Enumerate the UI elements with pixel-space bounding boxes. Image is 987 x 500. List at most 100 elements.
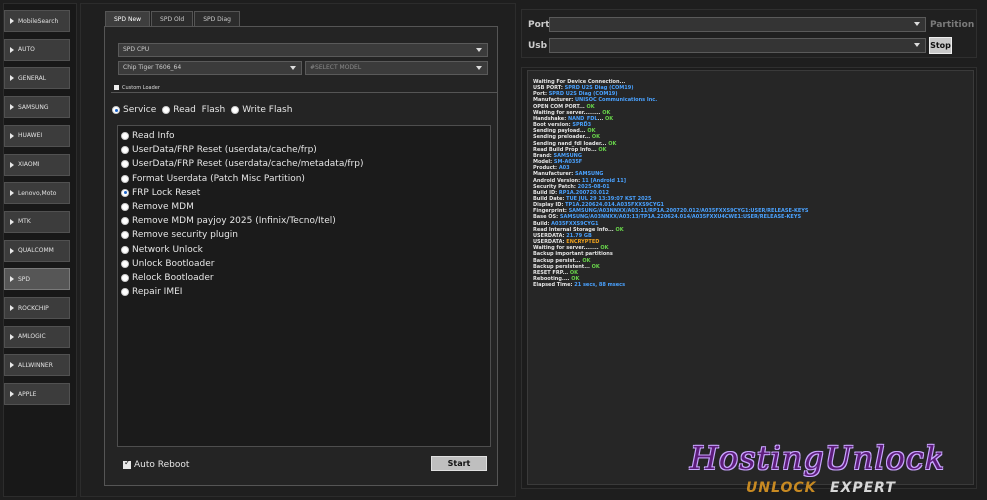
operation-item[interactable]: Remove MDM payjoy 2025 (Infinix/Tecno/It… <box>121 216 336 226</box>
operation-label: Network Unlock <box>132 244 203 255</box>
chevron-down-icon <box>476 66 482 70</box>
log-t: Backup important partitions <box>533 251 613 258</box>
radio-service[interactable] <box>112 106 120 114</box>
tab-spd-diag[interactable]: SPD Diag <box>194 11 240 27</box>
radio-read-flash[interactable] <box>162 106 171 114</box>
log-v: A03 <box>558 165 570 172</box>
chip-select[interactable]: Chip Tiger T606_64 <box>118 61 302 75</box>
operation-item[interactable]: FRP Lock Reset <box>121 188 200 198</box>
operation-label: Remove security plugin <box>132 230 239 241</box>
model-select[interactable]: #SELECT MODEL <box>305 61 488 75</box>
usb-select[interactable] <box>549 38 926 53</box>
operation-item[interactable]: Remove security plugin <box>121 230 238 240</box>
sidebar-item-label: GENERAL <box>18 74 47 82</box>
radio-icon <box>121 274 129 282</box>
log-t: USB PORT: <box>533 85 565 92</box>
log-t: Model: <box>533 159 554 166</box>
operation-label: Read Info <box>132 131 175 141</box>
operation-label: Remove MDM <box>132 202 194 212</box>
log-v: SAMSUNG/A03NNXX/A03:13/TP1A.220624.014/A… <box>559 214 802 221</box>
play-arrow-icon <box>10 247 14 254</box>
sidebar-item-allwinner[interactable]: ALLWINNER <box>4 354 70 377</box>
operation-label: Remove MDM payjoy 2025 (Infinix/Tecno/It… <box>132 216 336 227</box>
log-t: Display ID: <box>533 202 566 209</box>
partition-label: Partition <box>930 20 975 30</box>
log-t: Sending preloader... <box>533 134 592 141</box>
stop-button[interactable]: Stop <box>929 37 952 54</box>
log-v: 11 [Android 11] <box>581 177 626 184</box>
sidebar-item-label: AUTO <box>18 46 35 54</box>
sidebar-item-lenovo-moto[interactable]: Lenovo,Moto <box>4 182 70 205</box>
sidebar-item-xiaomi[interactable]: XIAOMI <box>4 153 70 176</box>
chip-select-value: Chip Tiger T606_64 <box>123 64 182 71</box>
custom-loader-label: Custom Loader <box>122 85 160 91</box>
radio-write-flash[interactable] <box>231 106 240 114</box>
log-v: SAMSUNG/A03NNXX/A03:11/RP1A.200720.012/A… <box>568 208 809 215</box>
port-label: Port <box>528 20 550 30</box>
operation-item[interactable]: Repair IMEI <box>121 287 182 297</box>
sidebar-item-samsung[interactable]: SAMSUNG <box>4 96 70 119</box>
sidebar-item-mtk[interactable]: MTK <box>4 210 70 233</box>
log-t2: ... <box>597 115 606 122</box>
log-v: SM-A035F <box>553 159 583 166</box>
sidebar-item-general[interactable]: GENERAL <box>4 67 70 90</box>
log-t: Brand: <box>533 152 554 159</box>
log-t: Waiting For Device Connection... <box>533 79 626 85</box>
sidebar-item-spd[interactable]: SPD <box>4 268 70 291</box>
sidebar-item-label: APPLE <box>18 390 37 398</box>
operation-label: Format Userdata (Patch Misc Partition) <box>132 173 305 184</box>
play-arrow-icon <box>10 218 14 225</box>
operation-item[interactable]: UserData/FRP Reset (userdata/cache/metad… <box>121 159 363 169</box>
watermark-subtitle-1: UNLOCK <box>746 480 817 496</box>
sidebar-item-auto[interactable]: AUTO <box>4 38 70 61</box>
log-ok: OK <box>591 263 600 270</box>
custom-loader-checkbox[interactable]: Custom Loader <box>112 85 162 91</box>
radio-icon <box>121 245 129 254</box>
log-t2: ... <box>584 263 592 270</box>
log-t: Product: <box>533 165 559 172</box>
play-arrow-icon <box>10 132 14 139</box>
chevron-down-icon <box>914 43 920 47</box>
log-output: Waiting For Device Connection... USB PORT… <box>527 70 974 485</box>
port-select[interactable] <box>549 17 926 32</box>
radio-icon <box>121 146 129 155</box>
operation-item[interactable]: Read Info <box>121 131 175 141</box>
log-v: UNISOC Communications Inc. <box>575 97 658 104</box>
sidebar-item-label: MobileSearch <box>18 17 59 25</box>
sidebar-item-qualcomm[interactable]: QUALCOMM <box>4 239 70 262</box>
operation-item[interactable]: UserData/FRP Reset (userdata/cache/frp) <box>121 145 317 155</box>
operation-item[interactable]: Format Userdata (Patch Misc Partition) <box>121 174 305 184</box>
operation-item[interactable]: Relock Bootloader <box>121 273 214 283</box>
sidebar-item-mobilesearch[interactable]: MobileSearch <box>4 10 70 32</box>
mode-radio-group: Service Read Flash Write Flash <box>112 105 292 115</box>
usb-label: Usb <box>528 41 548 51</box>
sidebar-item-rockchip[interactable]: ROCKCHIP <box>4 297 70 319</box>
sidebar-item-apple[interactable]: APPLE <box>4 383 70 406</box>
operation-item[interactable]: Network Unlock <box>121 245 203 255</box>
start-button[interactable]: Start <box>431 456 487 471</box>
cpu-select[interactable]: SPD CPU <box>118 43 488 57</box>
tab-spd-old[interactable]: SPD Old <box>151 11 194 27</box>
radio-icon <box>121 217 129 226</box>
log-line: Elapsed Time: 21 secs, 88 msecs <box>533 282 973 288</box>
play-arrow-icon <box>10 46 14 53</box>
log-t: USERDATA: <box>533 239 567 246</box>
operation-label: Unlock Bootloader <box>132 258 215 269</box>
tab-spd-new[interactable]: SPD New <box>105 11 151 27</box>
sidebar-item-label: MTK <box>18 218 31 226</box>
sidebar-item-amlogic[interactable]: AMLOGIC <box>4 325 70 348</box>
auto-reboot-checkbox[interactable]: ✓ Auto Reboot <box>123 458 189 470</box>
log-t: Sending payload... <box>533 128 588 135</box>
operation-item[interactable]: Unlock Bootloader <box>121 259 215 269</box>
log-v: TUE JUL 29 13:39:07 KST 2025 <box>566 195 652 202</box>
sidebar-item-label: SAMSUNG <box>18 103 49 111</box>
log-t: Handshake: <box>533 115 568 122</box>
log-v: SAMSUNG <box>575 171 604 178</box>
radio-icon <box>121 188 129 197</box>
custom-loader-group <box>111 92 497 100</box>
log-t: RESET FRP... <box>533 269 570 276</box>
sidebar-item-label: HUAWEI <box>18 132 43 140</box>
operation-item[interactable]: Remove MDM <box>121 202 194 212</box>
log-t: Read Build Prop Info... <box>533 146 599 153</box>
sidebar-item-huawei[interactable]: HUAWEI <box>4 124 70 147</box>
